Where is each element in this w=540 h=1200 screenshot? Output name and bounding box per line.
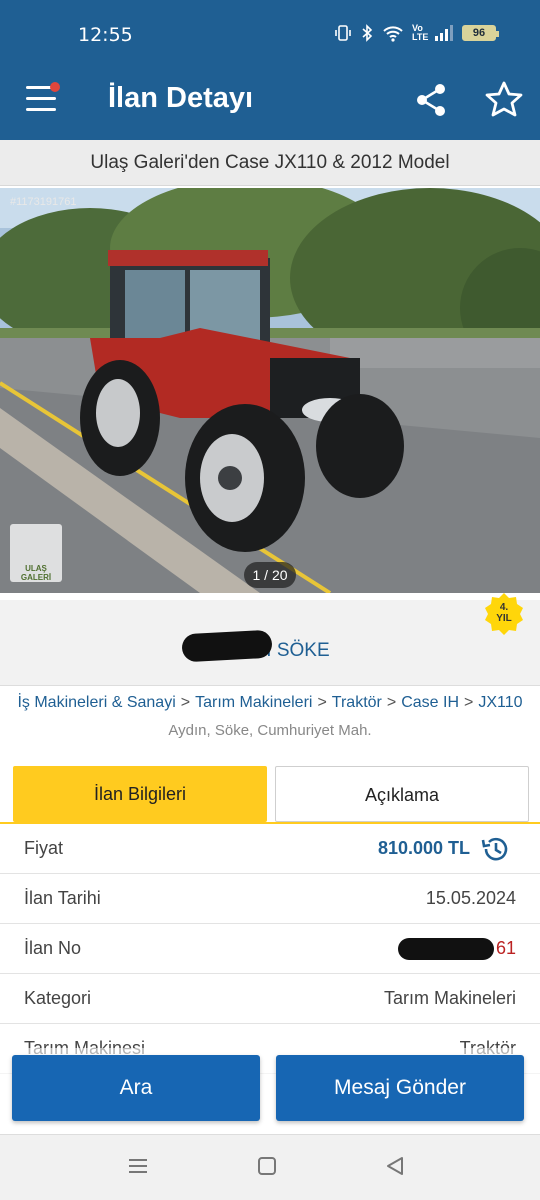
listing-title: Ulaş Galeri'den Case JX110 & 2012 Model [0, 140, 540, 186]
share-icon[interactable] [414, 82, 448, 118]
tab-listing-info[interactable]: İlan Bilgileri [13, 766, 267, 822]
detail-row-price: Fiyat 810.000 TL [0, 824, 540, 874]
vibrate-icon [335, 25, 351, 41]
detail-value: 61 [495, 938, 516, 958]
listing-number-overlay: #1173191761 [10, 196, 77, 208]
breadcrumb-separator: > [180, 694, 191, 711]
status-time: 12:55 [78, 24, 133, 46]
breadcrumb-separator: > [317, 694, 327, 711]
listing-location: Aydın, Söke, Cumhuriyet Mah. [168, 722, 372, 739]
details-table: Fiyat 810.000 TL İlan Tarihi 15.05.2024 … [0, 824, 540, 1074]
notification-dot [50, 82, 60, 92]
price-value: 810.000 TL [377, 838, 470, 858]
price-history-icon[interactable] [480, 835, 510, 863]
gallery-logo: ULAŞ GALERİ [10, 524, 62, 582]
badge-number: 4. [499, 602, 509, 613]
logo-text: ULAŞ GALERİ [20, 564, 52, 582]
battery-icon: 96 [462, 25, 499, 41]
image-counter: 1 / 20 [244, 562, 296, 588]
tab-bar: İlan Bilgileri Açıklama [0, 766, 540, 824]
detail-value-redacted: 61 [397, 938, 516, 961]
detail-key: İlan No [24, 938, 82, 958]
menu-icon[interactable] [26, 82, 60, 116]
breadcrumb-item[interactable]: JX110 [478, 694, 522, 711]
detail-row-listing-no: İlan No 61 [0, 924, 540, 974]
status-bar: 12:55 Vo LTE 96 [0, 0, 540, 64]
bluetooth-icon [362, 24, 373, 42]
detail-key: Kategori [24, 988, 92, 1008]
listing-photo[interactable]: #1173191761 ULAŞ GALERİ 1 / 20 [0, 188, 540, 593]
redaction-mark [397, 938, 494, 961]
detail-key: İlan Tarihi [24, 888, 101, 908]
system-nav-bar [0, 1134, 540, 1200]
app-bar: İlan Detayı [0, 64, 540, 140]
detail-row-category: Kategori Tarım Makineleri [0, 974, 540, 1024]
membership-year-badge: 4. YIL [482, 592, 526, 636]
breadcrumb-separator: > [386, 694, 397, 711]
breadcrumb-item[interactable]: Case IH [401, 694, 459, 711]
breadcrumb-item[interactable]: Traktör [332, 694, 382, 711]
action-bar: Ara Mesaj Gönder [0, 1048, 540, 1130]
recents-icon[interactable] [127, 1155, 149, 1177]
redaction-mark [181, 629, 273, 663]
store-section[interactable]: U LERİ SÖKE [0, 600, 540, 686]
call-button[interactable]: Ara [12, 1055, 260, 1121]
breadcrumb: İş Makineleri & Sanayi > Tarım Makineleri >… [0, 694, 540, 712]
detail-row-date: İlan Tarihi 15.05.2024 [0, 874, 540, 924]
tab-description[interactable]: Açıklama [275, 766, 529, 822]
tractor-photo [0, 188, 540, 593]
volte-icon: Vo LTE [412, 23, 429, 42]
detail-value: 15.05.2024 [425, 888, 516, 908]
signal-icon [435, 25, 453, 41]
status-icons: Vo LTE 96 [334, 23, 499, 42]
home-icon[interactable] [256, 1155, 278, 1177]
breadcrumb-item[interactable]: İş Makineleri & Sanayi [17, 694, 175, 711]
detail-value: Tarım Makineleri [383, 988, 516, 1008]
back-icon[interactable] [384, 1155, 406, 1177]
send-message-button[interactable]: Mesaj Gönder [276, 1055, 524, 1121]
breadcrumb-separator: > [464, 694, 474, 711]
detail-key: Fiyat [24, 838, 64, 858]
star-icon[interactable] [484, 80, 524, 120]
badge-label: YIL [496, 613, 512, 624]
wifi-icon [383, 26, 403, 42]
page-title: İlan Detayı [108, 82, 254, 114]
breadcrumb-item[interactable]: Tarım Makineleri [195, 694, 312, 711]
